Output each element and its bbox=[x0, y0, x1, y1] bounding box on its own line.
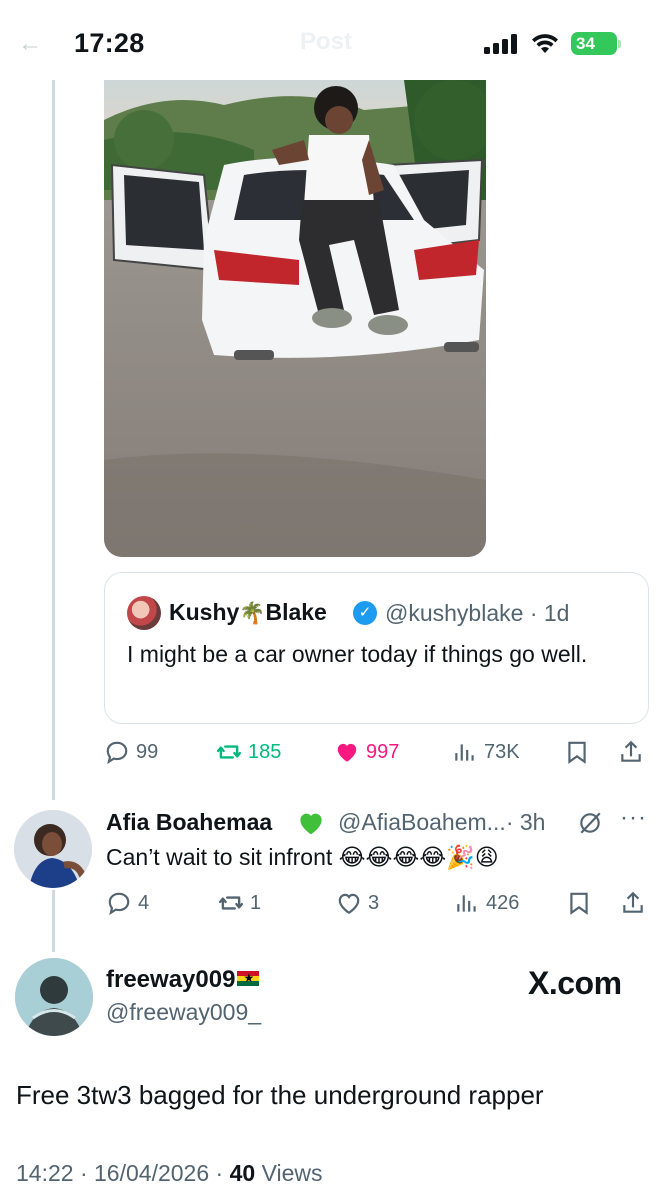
author-handle[interactable]: @freeway009_ bbox=[106, 999, 261, 1026]
repost-button[interactable]: 1 bbox=[218, 888, 261, 918]
x-watermark: X.com bbox=[528, 965, 622, 1001]
like-count: 3 bbox=[368, 891, 380, 914]
battery-level: 34 bbox=[576, 34, 595, 53]
avatar[interactable] bbox=[15, 958, 93, 1036]
bookmark-button[interactable] bbox=[564, 737, 596, 767]
verified-badge-icon: ✓ bbox=[353, 601, 377, 625]
views-count: 426 bbox=[486, 891, 520, 914]
reply-handle: @AfiaBoahem... bbox=[338, 809, 506, 835]
repost-count: 185 bbox=[248, 740, 282, 763]
share-button[interactable] bbox=[620, 888, 652, 918]
share-button[interactable] bbox=[618, 737, 650, 767]
main-post-author: freeway009 @freeway009_ X.com bbox=[0, 955, 664, 1045]
reply-action-row: 4 1 3 426 bbox=[106, 888, 651, 918]
status-bar: ← 17:28 Post 34 bbox=[0, 0, 664, 80]
battery-icon: 34 bbox=[571, 32, 621, 55]
ghana-flag-icon bbox=[237, 971, 260, 986]
reply-author-name[interactable]: Afia Boahemaa bbox=[106, 809, 272, 836]
heart-icon bbox=[338, 893, 360, 915]
views-label: Views bbox=[261, 1160, 323, 1186]
quoted-text: I might be a car owner today if things g… bbox=[127, 641, 588, 667]
reply-handle-line: @AfiaBoahem...· 3h bbox=[338, 809, 545, 836]
parent-action-row: 99 185 997 73K bbox=[104, 737, 649, 767]
reply-time: · 3h bbox=[505, 809, 546, 835]
palm-tree-emoji: 🌴 bbox=[239, 602, 266, 625]
quoted-name-last: Blake bbox=[265, 599, 327, 625]
wifi-icon bbox=[532, 34, 558, 53]
views-total: 40 bbox=[229, 1160, 256, 1186]
views-button[interactable]: 73K bbox=[452, 737, 520, 767]
quoted-handle: @kushyblake bbox=[385, 600, 524, 626]
repost-icon bbox=[216, 745, 242, 759]
post-time: 14:22 bbox=[16, 1160, 74, 1186]
grok-icon[interactable] bbox=[577, 810, 603, 836]
views-icon bbox=[457, 895, 476, 912]
author-name-text: freeway009 bbox=[106, 966, 236, 993]
views-button[interactable]: 426 bbox=[454, 888, 519, 918]
reply-icon bbox=[108, 892, 130, 916]
more-icon[interactable]: ··· bbox=[620, 804, 647, 832]
repost-icon bbox=[218, 896, 244, 910]
repost-button[interactable]: 185 bbox=[216, 737, 281, 767]
views-count: 73K bbox=[484, 740, 520, 763]
post-date: 16/04/2026 bbox=[94, 1160, 210, 1186]
green-heart-icon bbox=[300, 813, 322, 835]
like-button[interactable]: 997 bbox=[334, 737, 399, 767]
reply-button[interactable]: 99 bbox=[104, 737, 158, 767]
back-arrow-icon[interactable]: ← bbox=[18, 30, 42, 58]
bookmark-button[interactable] bbox=[566, 888, 598, 918]
bookmark-icon bbox=[568, 741, 586, 764]
bookmark-icon bbox=[570, 892, 588, 915]
author-name[interactable]: freeway009 bbox=[106, 966, 260, 994]
avatar[interactable] bbox=[14, 810, 92, 888]
car-photo[interactable] bbox=[104, 80, 486, 557]
meta-separator: · bbox=[79, 1160, 88, 1186]
share-icon bbox=[621, 740, 641, 762]
quoted-handle-line: @kushyblake · 1d bbox=[385, 600, 569, 627]
share-icon bbox=[623, 891, 643, 913]
views-icon bbox=[455, 744, 474, 761]
signal-icon bbox=[484, 34, 520, 54]
quoted-time: · 1d bbox=[529, 600, 570, 626]
quoted-author-name[interactable]: Kushy🌴Blake bbox=[169, 599, 327, 626]
quoted-post[interactable]: Kushy🌴Blake ✓ @kushyblake · 1d I might b… bbox=[104, 572, 649, 724]
post-meta: 14:22 · 16/04/2026 · 40 Views bbox=[16, 1160, 323, 1187]
like-count: 997 bbox=[366, 740, 400, 763]
like-button[interactable]: 3 bbox=[336, 888, 379, 918]
car-photo-image bbox=[104, 80, 486, 557]
repost-count: 1 bbox=[250, 891, 262, 914]
status-time: 17:28 bbox=[74, 28, 145, 58]
reply-text: Can’t wait to sit infront 😂😂😂😂🎉😩 bbox=[106, 844, 499, 870]
reply-count: 99 bbox=[136, 740, 159, 763]
reply-icon bbox=[106, 741, 128, 765]
avatar-image bbox=[15, 958, 93, 1036]
avatar[interactable] bbox=[127, 596, 161, 630]
page-title: Post bbox=[300, 28, 353, 55]
quoted-name-first: Kushy bbox=[169, 599, 240, 625]
reply-post[interactable]: Afia Boahemaa @AfiaBoahem...· 3h ··· Can… bbox=[0, 800, 664, 940]
post-text: Free 3tw3 bagged for the underground rap… bbox=[16, 1080, 544, 1110]
reply-count: 4 bbox=[138, 891, 150, 914]
avatar-image bbox=[14, 810, 92, 888]
reply-button[interactable]: 4 bbox=[106, 888, 149, 918]
heart-icon bbox=[337, 743, 357, 762]
thread-line bbox=[52, 80, 55, 800]
meta-separator: · bbox=[215, 1160, 224, 1186]
